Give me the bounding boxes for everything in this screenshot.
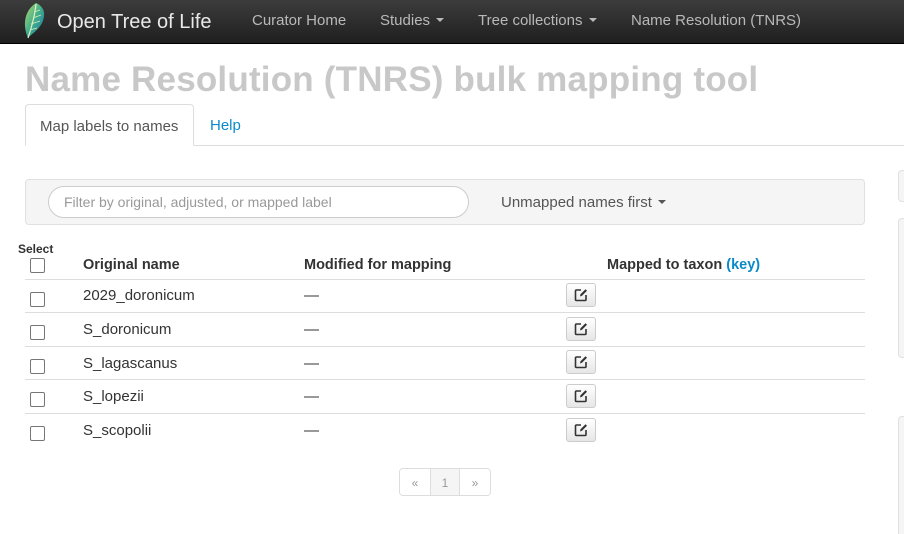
leaf-logo-icon (24, 3, 45, 39)
original-name-cell: 2029_doronicum (83, 287, 195, 304)
edit-icon (574, 390, 587, 403)
mapped-to-taxon-label: Mapped to taxon (607, 257, 723, 273)
row-divider (25, 312, 865, 313)
modified-name-cell: — (304, 321, 319, 338)
select-column-header: Select (18, 242, 54, 256)
caret-down-icon (657, 200, 666, 205)
row-select-checkbox[interactable] (30, 426, 45, 441)
row-select-checkbox[interactable] (30, 359, 45, 374)
pagination-prev[interactable]: « (400, 469, 430, 495)
brand-name: Open Tree of Life (57, 10, 212, 33)
edit-icon (574, 323, 587, 336)
header-divider (25, 279, 865, 280)
nav-tree-collections-dropdown[interactable]: Tree collections (478, 0, 597, 44)
side-panel-button[interactable] (898, 170, 904, 202)
row-divider (25, 413, 865, 414)
edit-icon (574, 289, 587, 302)
original-name-cell: S_scopolii (83, 422, 152, 439)
key-link[interactable]: (key) (726, 257, 760, 273)
side-panel (898, 218, 904, 358)
filter-input[interactable] (48, 186, 469, 218)
nav-studies-dropdown[interactable]: Studies (380, 0, 445, 44)
edit-mapping-button[interactable] (566, 350, 596, 374)
tab-help[interactable]: Help (196, 104, 255, 146)
edit-mapping-button[interactable] (566, 418, 596, 442)
pagination: « 1 » (399, 468, 491, 496)
brand-link[interactable]: Open Tree of Life (22, 2, 212, 42)
sort-order-label: Unmapped names first (501, 194, 652, 211)
nav-name-resolution[interactable]: Name Resolution (TNRS) (631, 0, 801, 44)
tab-map-labels[interactable]: Map labels to names (25, 104, 194, 146)
modified-for-mapping-header: Modified for mapping (304, 257, 452, 273)
original-name-header: Original name (83, 257, 180, 273)
pagination-next[interactable]: » (460, 469, 490, 495)
sort-order-dropdown[interactable]: Unmapped names first (501, 194, 666, 211)
original-name-cell: S_doronicum (83, 321, 172, 338)
select-all-checkbox[interactable] (30, 258, 45, 273)
edit-icon (574, 424, 587, 437)
modified-name-cell: — (304, 388, 319, 405)
modified-name-cell: — (304, 287, 319, 304)
edit-mapping-button[interactable] (566, 317, 596, 341)
row-select-checkbox[interactable] (30, 392, 45, 407)
modified-name-cell: — (304, 355, 319, 372)
caret-down-icon (588, 18, 597, 23)
row-select-checkbox[interactable] (30, 292, 45, 307)
original-name-cell: S_lopezii (83, 388, 144, 405)
nav-studies-label: Studies (380, 12, 431, 29)
modified-name-cell: — (304, 422, 319, 439)
edit-icon (574, 356, 587, 369)
row-divider (25, 346, 865, 347)
nav-tree-collections-label: Tree collections (478, 12, 583, 29)
mapped-to-taxon-header: Mapped to taxon (key) (607, 257, 760, 273)
side-panel (898, 416, 904, 534)
caret-down-icon (436, 18, 445, 23)
row-select-checkbox[interactable] (30, 325, 45, 340)
page-title: Name Resolution (TNRS) bulk mapping tool (25, 60, 759, 99)
row-divider (25, 379, 865, 380)
original-name-cell: S_lagascanus (83, 355, 178, 372)
top-navbar: Open Tree of Life Curator Home Studies T… (0, 0, 904, 44)
pagination-page[interactable]: 1 (430, 469, 460, 495)
edit-mapping-button[interactable] (566, 283, 596, 307)
nav-curator-home[interactable]: Curator Home (252, 0, 346, 44)
filter-toolbar: Unmapped names first (25, 179, 865, 225)
edit-mapping-button[interactable] (566, 384, 596, 408)
